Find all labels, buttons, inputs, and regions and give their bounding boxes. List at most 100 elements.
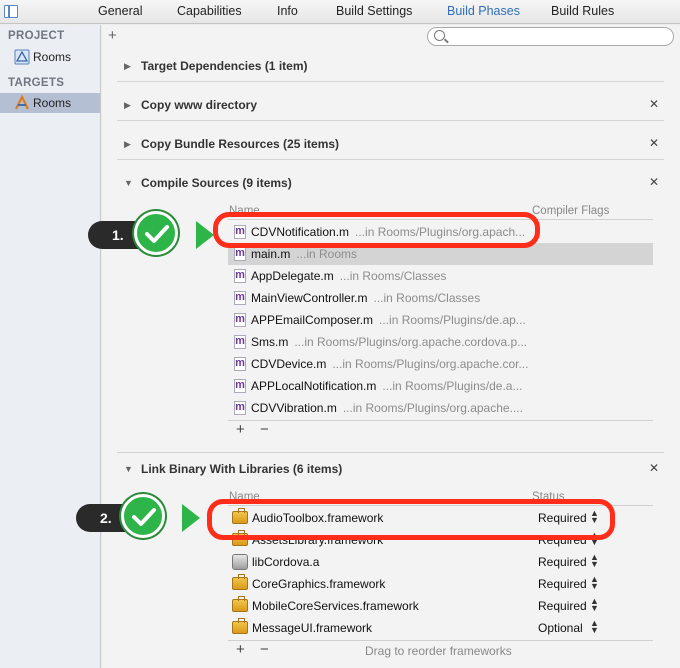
tab-bar: General Capabilities Info Build Settings… (0, 0, 680, 24)
close-icon[interactable]: ✕ (649, 136, 659, 150)
callout-arrow-2 (182, 504, 200, 532)
drag-reorder-hint: Drag to reorder frameworks (365, 644, 512, 658)
disclosure-right-icon[interactable]: ▶ (124, 139, 131, 150)
objc-file-icon: m (234, 269, 246, 283)
add-file-button[interactable]: + (236, 421, 245, 438)
close-icon[interactable]: ✕ (649, 175, 659, 189)
status-stepper-icon[interactable]: ▲ ▼ (590, 553, 599, 569)
objc-file-icon: m (234, 357, 246, 371)
status-value[interactable]: Required (538, 599, 587, 613)
objc-file-icon: m (234, 291, 246, 305)
phase-title: Copy www directory (141, 98, 258, 112)
table-row[interactable]: m APPLocalNotification.m ...in Rooms/Plug… (228, 375, 653, 397)
build-phases-editor: + ▶ Target Dependencies (1 item) ▶ Copy … (102, 25, 680, 668)
project-icon (14, 49, 30, 65)
table-row[interactable]: m CDVVibration.m ...in Rooms/Plugins/org.… (228, 397, 653, 419)
library-name: libCordova.a (252, 555, 320, 569)
status-stepper-icon[interactable]: ▲ ▼ (590, 575, 599, 591)
objc-file-icon: m (234, 313, 246, 327)
table-row[interactable]: MessageUI.framework Optional ▲ ▼ (228, 617, 653, 639)
phase-title: Target Dependencies (1 item) (141, 59, 308, 73)
phase-title: Copy Bundle Resources (25 items) (141, 137, 340, 151)
disclosure-right-icon[interactable]: ▶ (124, 100, 131, 111)
remove-file-button[interactable]: − (260, 421, 269, 438)
objc-file-icon: m (234, 335, 246, 349)
status-value[interactable]: Required (538, 577, 587, 591)
checkmark-icon (134, 211, 178, 255)
phase-divider (117, 452, 664, 453)
add-phase-button[interactable]: + (108, 27, 117, 44)
phase-copy-bundle-resources[interactable]: ▶ Copy Bundle Resources (25 items) ✕ (117, 130, 664, 160)
file-path: ...in Rooms/Plugins/de.ap... (379, 313, 526, 327)
framework-icon (232, 574, 248, 590)
table-row[interactable]: m AppDelegate.m ...in Rooms/Classes (228, 265, 653, 287)
phase-title: Link Binary With Libraries (6 items) (141, 462, 343, 476)
table-row[interactable]: m MainViewController.m ...in Rooms/Classe… (228, 287, 653, 309)
file-path: ...in Rooms/Plugins/de.a... (382, 379, 523, 393)
table-row[interactable]: MobileCoreServices.framework Required ▲ ▼ (228, 595, 653, 617)
file-path: ...in Rooms/Classes (373, 291, 481, 305)
library-name: CoreGraphics.framework (252, 577, 386, 591)
tab-build-settings[interactable]: Build Settings (336, 4, 412, 18)
status-stepper-icon[interactable]: ▲ ▼ (590, 597, 599, 613)
search-icon (434, 30, 445, 41)
phase-link-binary[interactable]: ▼ Link Binary With Libraries (6 items) ✕ (117, 455, 664, 485)
table-row[interactable]: m Sms.m ...in Rooms/Plugins/org.apache.co… (228, 331, 653, 353)
table-bottom-divider (228, 420, 653, 421)
phase-target-dependencies[interactable]: ▶ Target Dependencies (1 item) (117, 52, 664, 82)
close-icon[interactable]: ✕ (649, 461, 659, 475)
highlight-box-2 (207, 499, 615, 540)
file-name: Sms.m (251, 335, 289, 349)
library-icon (232, 554, 248, 570)
file-name: APPEmailComposer.m (251, 313, 374, 327)
table-row[interactable]: libCordova.a Required ▲ ▼ (228, 551, 653, 573)
table-bottom-divider (228, 640, 653, 641)
sidebar-item-label: Rooms (33, 50, 72, 64)
sidebar-item-project[interactable]: Rooms (0, 47, 100, 67)
file-path: ...in Rooms/Plugins/org.apache.cordova.p… (294, 335, 528, 349)
file-name: CDVDevice.m (251, 357, 327, 371)
callout-arrow-1 (196, 221, 214, 249)
sidebar-toggle-icon[interactable] (4, 5, 18, 18)
disclosure-right-icon[interactable]: ▶ (124, 61, 131, 72)
disclosure-down-icon[interactable]: ▼ (124, 178, 133, 188)
status-value[interactable]: Optional (538, 621, 583, 635)
phase-compile-sources[interactable]: ▼ Compile Sources (9 items) ✕ (117, 169, 664, 199)
phase-title: Compile Sources (9 items) (141, 176, 292, 190)
file-path: ...in Rooms/Plugins/org.apache.cor... (332, 357, 529, 371)
checkmark-icon (121, 494, 165, 538)
library-name: MobileCoreServices.framework (252, 599, 419, 613)
file-path: ...in Rooms (296, 247, 358, 261)
objc-file-icon: m (234, 379, 246, 393)
sidebar: PROJECT Rooms TARGETS Rooms (0, 25, 101, 668)
add-library-button[interactable]: + (236, 641, 245, 658)
disclosure-down-icon[interactable]: ▼ (124, 464, 133, 474)
library-name: MessageUI.framework (252, 621, 373, 635)
search-field[interactable] (427, 27, 674, 46)
tab-info[interactable]: Info (277, 4, 298, 18)
file-name: AppDelegate.m (251, 269, 334, 283)
file-name: main.m (251, 247, 291, 261)
status-stepper-icon[interactable]: ▲ ▼ (590, 619, 599, 635)
sidebar-item-target[interactable]: Rooms (0, 93, 100, 113)
remove-library-button[interactable]: − (260, 641, 269, 658)
tab-capabilities[interactable]: Capabilities (177, 4, 242, 18)
sidebar-project-header: PROJECT (8, 30, 65, 42)
tab-build-phases[interactable]: Build Phases (447, 4, 520, 18)
close-icon[interactable]: ✕ (649, 97, 659, 111)
app-target-icon (15, 95, 29, 110)
file-name: APPLocalNotification.m (251, 379, 377, 393)
table-row[interactable]: CoreGraphics.framework Required ▲ ▼ (228, 573, 653, 595)
objc-file-icon: m (234, 247, 246, 261)
tab-general[interactable]: General (98, 4, 142, 18)
file-name: CDVVibration.m (251, 401, 337, 415)
status-value[interactable]: Required (538, 555, 587, 569)
framework-icon (232, 618, 248, 634)
objc-file-icon: m (234, 401, 246, 415)
table-row[interactable]: m APPEmailComposer.m ...in Rooms/Plugins/… (228, 309, 653, 331)
tab-build-rules[interactable]: Build Rules (551, 4, 614, 18)
sidebar-targets-header: TARGETS (8, 77, 65, 89)
table-row[interactable]: m CDVDevice.m ...in Rooms/Plugins/org.apa… (228, 353, 653, 375)
sidebar-item-label: Rooms (33, 96, 72, 110)
phase-copy-www[interactable]: ▶ Copy www directory ✕ (117, 91, 664, 121)
